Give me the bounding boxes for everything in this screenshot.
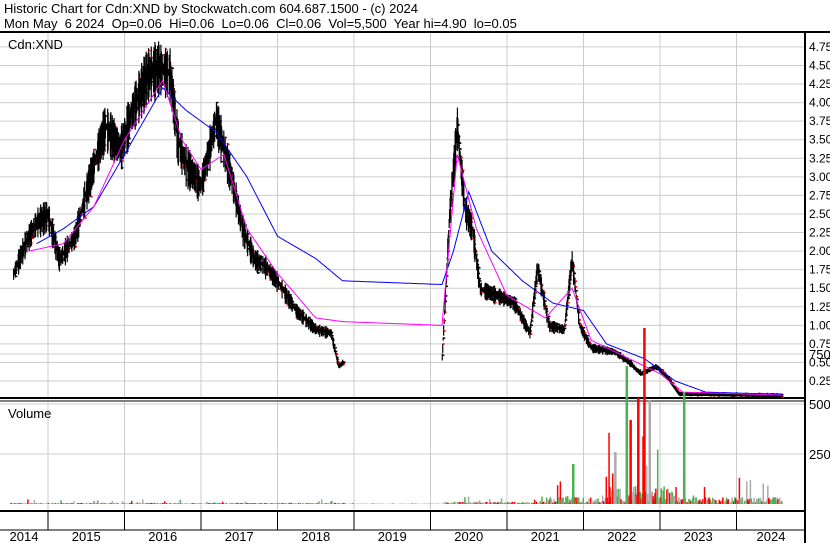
volume-bar: [51, 502, 54, 504]
volume-bar: [285, 503, 287, 504]
volume-bar: [344, 502, 347, 504]
volume-bar: [186, 502, 188, 504]
volume-bar: [93, 500, 95, 504]
volume-bar: [73, 501, 75, 504]
volume-bar: [325, 502, 328, 504]
volume-bar: [614, 452, 617, 504]
volume-bar: [320, 499, 323, 504]
volume-bar: [741, 497, 743, 504]
year-label: 2021: [531, 529, 560, 543]
volume-tick-label: 500 k: [809, 397, 830, 412]
volume-tick-label: 250 k: [809, 447, 830, 462]
year-label: 2019: [378, 529, 407, 543]
price-tick-label: 3.75: [809, 114, 830, 128]
volume-bar: [648, 400, 652, 504]
volume-bar: [621, 500, 623, 504]
volume-bar: [497, 501, 499, 504]
volume-bar: [38, 502, 40, 504]
volume-bar: [54, 503, 57, 504]
volume-tick-label: 750 k: [809, 347, 830, 362]
volume-bar: [781, 503, 784, 504]
price-tick-label: 1.75: [809, 263, 830, 277]
price-tick-label: 2.75: [809, 188, 830, 202]
volume-bar: [225, 502, 227, 504]
volume-bar: [122, 502, 125, 504]
price-tick-label: 2.00: [809, 244, 830, 258]
year-label: 2017: [225, 529, 254, 543]
volume-bar: [656, 449, 659, 504]
volume-bar: [331, 500, 333, 504]
price-tick-label: 3.00: [809, 170, 830, 184]
volume-bar: [643, 328, 646, 504]
volume-bar: [504, 502, 507, 504]
volume-bar: [141, 499, 144, 504]
volume-bar: [629, 420, 632, 504]
volume-bar: [33, 499, 36, 504]
volume-bar: [722, 497, 724, 504]
volume-bar: [572, 464, 575, 504]
volume-bar: [518, 502, 520, 504]
year-label: 2023: [684, 529, 713, 543]
volume-bar: [451, 502, 453, 504]
year-label: 2015: [72, 529, 101, 543]
price-tick-label: 4.00: [809, 96, 830, 110]
year-label: 2020: [454, 529, 483, 543]
volume-bar: [727, 499, 730, 504]
year-label: 2016: [148, 529, 177, 543]
price-tick-label: 4.25: [809, 77, 830, 91]
volume-bar: [209, 502, 212, 504]
price-tick-label: 1.25: [809, 300, 830, 314]
year-label: 2024: [757, 529, 786, 543]
volume-bar: [762, 483, 765, 504]
symbol-label: Cdn:XND: [8, 37, 63, 52]
volume-bar: [113, 502, 115, 504]
volume-bar: [675, 487, 677, 504]
volume-bar: [469, 502, 472, 504]
volume-bar: [582, 497, 585, 504]
volume-bar: [637, 398, 640, 504]
moving-average-short: [28, 79, 783, 396]
volume-bar: [28, 503, 30, 504]
price-tick-label: 0.25: [809, 374, 830, 388]
volume-bar: [682, 392, 686, 504]
volume-bar: [625, 366, 629, 504]
price-tick-label: 1.00: [809, 318, 830, 332]
volume-bar: [111, 501, 114, 504]
stock-chart: 4.75 4.50 4.25 4.00 3.75 3.50 3.25 3.00 2.75 2.50…: [0, 31, 830, 543]
year-label: 2014: [10, 529, 39, 543]
volume-bar: [302, 503, 305, 504]
price-tick-label: 2.50: [809, 207, 830, 221]
price-tick-label: 3.50: [809, 133, 830, 147]
price-tick-label: 2.25: [809, 226, 830, 240]
chart-window: Historic Chart for Cdn:XND by Stockwatch…: [0, 0, 830, 543]
price-tick-label: 3.25: [809, 151, 830, 165]
volume-bar: [686, 502, 688, 504]
volume-bar: [206, 502, 208, 504]
volume-label: Volume: [8, 406, 51, 421]
volume-bar: [107, 503, 110, 504]
volume-bar: [566, 495, 569, 504]
year-label: 2022: [607, 529, 636, 543]
volume-bar: [147, 503, 149, 504]
price-tick-label: 4.50: [809, 58, 830, 72]
price-tick-label: 1.50: [809, 281, 830, 295]
year-label: 2018: [301, 529, 330, 543]
volume-bar: [467, 496, 470, 504]
moving-average-long: [36, 87, 783, 395]
price-tick-label: 4.75: [809, 40, 830, 54]
